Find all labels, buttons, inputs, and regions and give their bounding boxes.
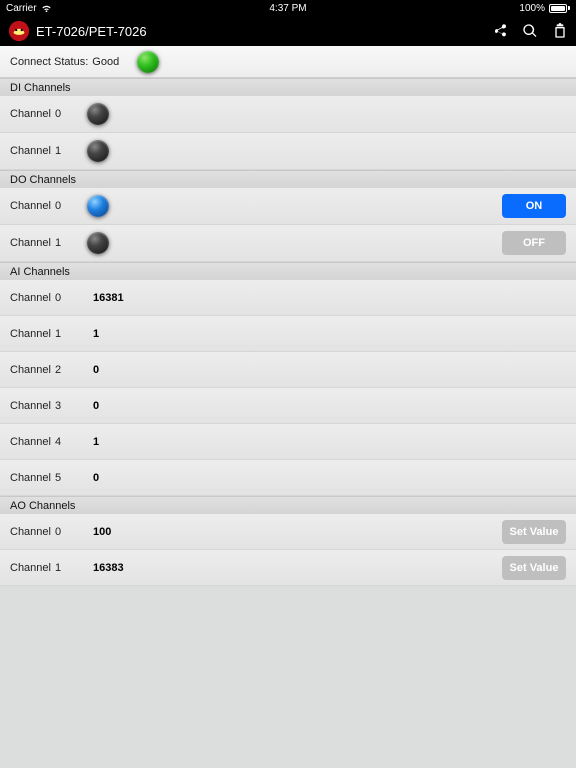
search-icon[interactable] (522, 23, 538, 39)
channel-label: Channel (10, 562, 51, 574)
ao-section-header: AO Channels (0, 496, 576, 514)
channel-number: 1 (55, 145, 69, 157)
di-row: Channel 1 (0, 133, 576, 170)
battery-icon (549, 4, 570, 13)
channel-number: 2 (55, 364, 69, 376)
channel-label: Channel (10, 526, 51, 538)
channel-value: 16381 (93, 292, 124, 304)
clock: 4:37 PM (269, 3, 306, 14)
do-on-button[interactable]: ON (502, 194, 566, 218)
status-led-icon (137, 51, 159, 73)
channel-label: Channel (10, 292, 51, 304)
channel-number: 3 (55, 400, 69, 412)
di-row: Channel 0 (0, 96, 576, 133)
channel-value: 1 (93, 436, 99, 448)
channel-label: Channel (10, 145, 51, 157)
battery-pct: 100% (519, 3, 545, 14)
channel-label: Channel (10, 400, 51, 412)
channel-number: 1 (55, 562, 69, 574)
connect-value: Good (92, 56, 119, 68)
clipboard-icon[interactable] (552, 23, 568, 39)
channel-number: 1 (55, 237, 69, 249)
channel-value: 16383 (93, 562, 124, 574)
ai-row: Channel 4 1 (0, 424, 576, 460)
connect-status-row: Connect Status: Good (0, 46, 576, 78)
di-led-icon (87, 140, 109, 162)
channel-value: 1 (93, 328, 99, 340)
set-value-button[interactable]: Set Value (502, 556, 566, 580)
page-title: ET-7026/PET-7026 (36, 24, 147, 39)
connect-label: Connect Status: (10, 56, 88, 68)
channel-label: Channel (10, 108, 51, 120)
do-row: Channel 1 OFF (0, 225, 576, 262)
channel-value: 100 (93, 526, 111, 538)
channel-label: Channel (10, 200, 51, 212)
channel-number: 0 (55, 292, 69, 304)
channel-label: Channel (10, 436, 51, 448)
ai-row: Channel 3 0 (0, 388, 576, 424)
ao-row: Channel 1 16383 Set Value (0, 550, 576, 586)
do-led-icon (87, 232, 109, 254)
di-led-icon (87, 103, 109, 125)
channel-label: Channel (10, 237, 51, 249)
channel-value: 0 (93, 400, 99, 412)
channel-value: 0 (93, 472, 99, 484)
carrier-label: Carrier (6, 3, 37, 14)
channel-label: Channel (10, 472, 51, 484)
channel-number: 0 (55, 200, 69, 212)
wifi-icon (41, 4, 52, 13)
ai-section-header: AI Channels (0, 262, 576, 280)
channel-number: 1 (55, 328, 69, 340)
channel-number: 0 (55, 526, 69, 538)
ai-row: Channel 1 1 (0, 316, 576, 352)
channel-label: Channel (10, 328, 51, 340)
channel-number: 5 (55, 472, 69, 484)
share-icon[interactable] (492, 23, 508, 39)
do-row: Channel 0 ON (0, 188, 576, 225)
ao-row: Channel 0 100 Set Value (0, 514, 576, 550)
di-section-header: DI Channels (0, 78, 576, 96)
ai-row: Channel 2 0 (0, 352, 576, 388)
channel-value: 0 (93, 364, 99, 376)
app-logo-icon (8, 20, 30, 42)
do-led-icon (87, 195, 109, 217)
do-off-button[interactable]: OFF (502, 231, 566, 255)
ai-row: Channel 0 16381 (0, 280, 576, 316)
do-section-header: DO Channels (0, 170, 576, 188)
channel-label: Channel (10, 364, 51, 376)
channel-number: 4 (55, 436, 69, 448)
channel-number: 0 (55, 108, 69, 120)
set-value-button[interactable]: Set Value (502, 520, 566, 544)
ai-row: Channel 5 0 (0, 460, 576, 496)
status-bar: Carrier 4:37 PM 100% (0, 0, 576, 16)
nav-bar: ET-7026/PET-7026 (0, 16, 576, 46)
